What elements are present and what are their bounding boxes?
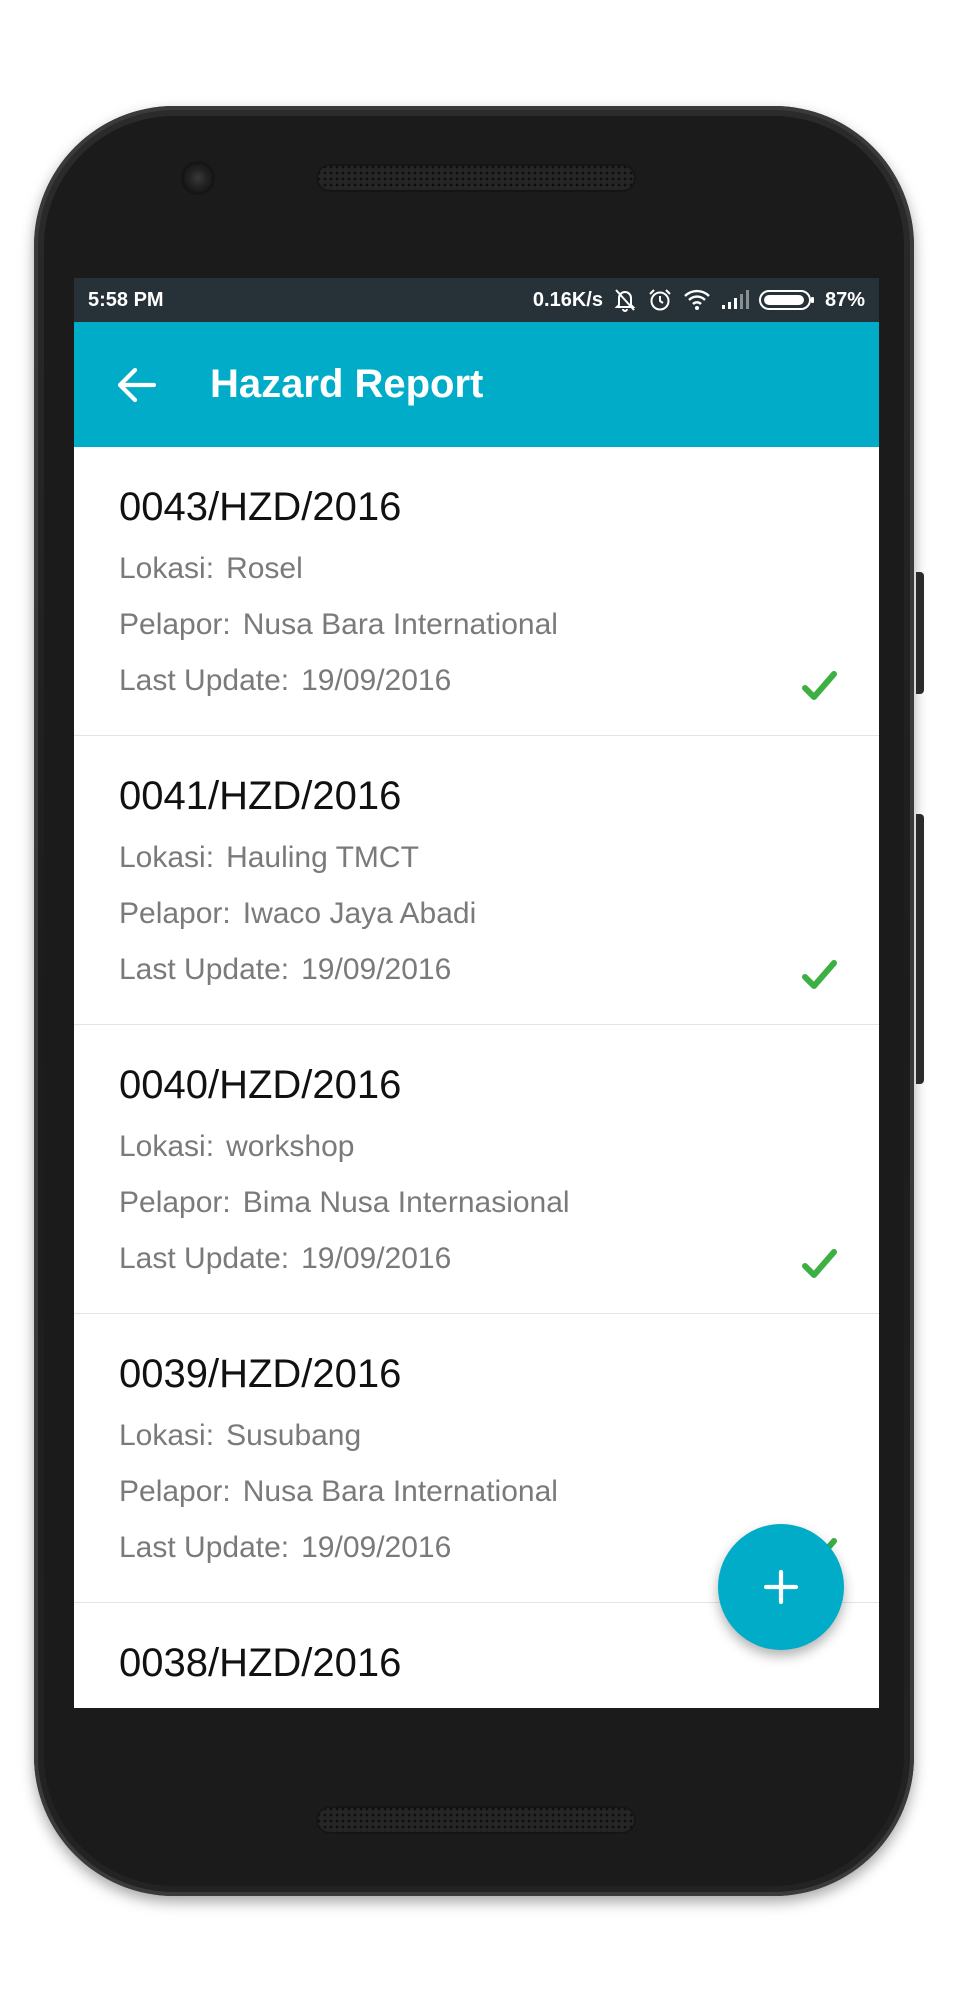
check-icon [802, 960, 837, 989]
report-reporter: Pelapor: Nusa Bara International [119, 1475, 558, 1509]
battery-icon [758, 289, 815, 311]
report-last-update: Last Update: 19/09/2016 [119, 1242, 451, 1276]
location-value: Susubang [226, 1419, 362, 1452]
signal-icon [721, 290, 749, 310]
app-bar: Hazard Report [74, 322, 879, 447]
report-reporter: Pelapor: Iwaco Jaya Abadi [119, 897, 476, 931]
reporter-label: Pelapor: [119, 608, 231, 641]
reporter-label: Pelapor: [119, 1186, 231, 1219]
report-location: Lokasi: Susubang [119, 1419, 361, 1453]
report-item[interactable]: 0041/HZD/2016 Lokasi: Hauling TMCT Pelapo… [74, 736, 879, 1025]
report-id: 0043/HZD/2016 [119, 485, 402, 529]
location-label: Lokasi: [119, 1419, 215, 1452]
report-location: Lokasi: Rosel [119, 552, 303, 586]
alarm-icon [647, 287, 673, 313]
status-bar: 5:58 PM 0.16K/s 87% [74, 278, 879, 322]
report-last-update: Last Update: 19/09/2016 [119, 664, 451, 698]
report-reporter: Pelapor: Bima Nusa Internasional [119, 1186, 570, 1220]
report-list: 0043/HZD/2016 Lokasi: Rosel Pelapor: Nusa … [74, 447, 879, 1708]
reporter-value: Iwaco Jaya Abadi [242, 897, 477, 930]
reporter-value: Nusa Bara International [242, 608, 558, 641]
front-camera [184, 164, 212, 192]
location-label: Lokasi: [119, 1130, 215, 1163]
report-id: 0041/HZD/2016 [119, 774, 402, 818]
last-update-value: 19/09/2016 [301, 1531, 452, 1564]
check-icon [802, 1249, 837, 1278]
bottom-speaker [316, 1806, 636, 1834]
location-label: Lokasi: [119, 841, 215, 874]
last-update-value: 19/09/2016 [301, 664, 452, 697]
screen: 5:58 PM 0.16K/s 87% Hazard Report 0043/H… [74, 278, 879, 1708]
check-icon [802, 671, 837, 700]
page-title: Hazard Report [210, 362, 484, 406]
network-speed: 0.16K/s [532, 288, 603, 311]
report-last-update: Last Update: 19/09/2016 [119, 953, 451, 987]
report-id: 0039/HZD/2016 [119, 1352, 402, 1396]
top-speaker [316, 164, 636, 192]
report-item[interactable]: 0040/HZD/2016 Lokasi: workshop Pelapor: Bi… [74, 1025, 879, 1314]
last-update-label: Last Update: [119, 664, 290, 697]
report-last-update: Last Update: 19/09/2016 [119, 1531, 451, 1565]
report-reporter: Pelapor: Nusa Bara International [119, 608, 558, 642]
reporter-value: Bima Nusa Internasional [242, 1186, 570, 1219]
power-button [916, 572, 924, 694]
reporter-label: Pelapor: [119, 897, 231, 930]
status-icons: 0.16K/s 87% [533, 287, 865, 313]
report-location: Lokasi: Hauling TMCT [119, 841, 419, 875]
status-time: 5:58 PM [88, 288, 164, 311]
plus-icon [763, 1569, 799, 1605]
report-id: 0040/HZD/2016 [119, 1063, 402, 1107]
report-id: 0038/HZD/2016 [119, 1641, 402, 1685]
add-report-button[interactable] [718, 1524, 844, 1650]
report-location: Lokasi: workshop [119, 1130, 354, 1164]
volume-button [916, 814, 924, 1084]
last-update-value: 19/09/2016 [301, 1242, 452, 1275]
last-update-label: Last Update: [119, 953, 290, 986]
location-value: workshop [226, 1130, 355, 1163]
last-update-label: Last Update: [119, 1531, 290, 1564]
arrow-left-icon [117, 367, 156, 402]
back-button[interactable] [106, 355, 166, 415]
reporter-label: Pelapor: [119, 1475, 231, 1508]
location-value: Rosel [226, 552, 303, 585]
report-item[interactable]: 0043/HZD/2016 Lokasi: Rosel Pelapor: Nusa … [74, 447, 879, 736]
wifi-icon [683, 289, 711, 311]
location-value: Hauling TMCT [226, 841, 419, 874]
last-update-value: 19/09/2016 [301, 953, 452, 986]
battery-percent: 87% [824, 288, 865, 311]
mute-bell-icon [613, 287, 637, 313]
reporter-value: Nusa Bara International [242, 1475, 558, 1508]
location-label: Lokasi: [119, 552, 215, 585]
last-update-label: Last Update: [119, 1242, 290, 1275]
